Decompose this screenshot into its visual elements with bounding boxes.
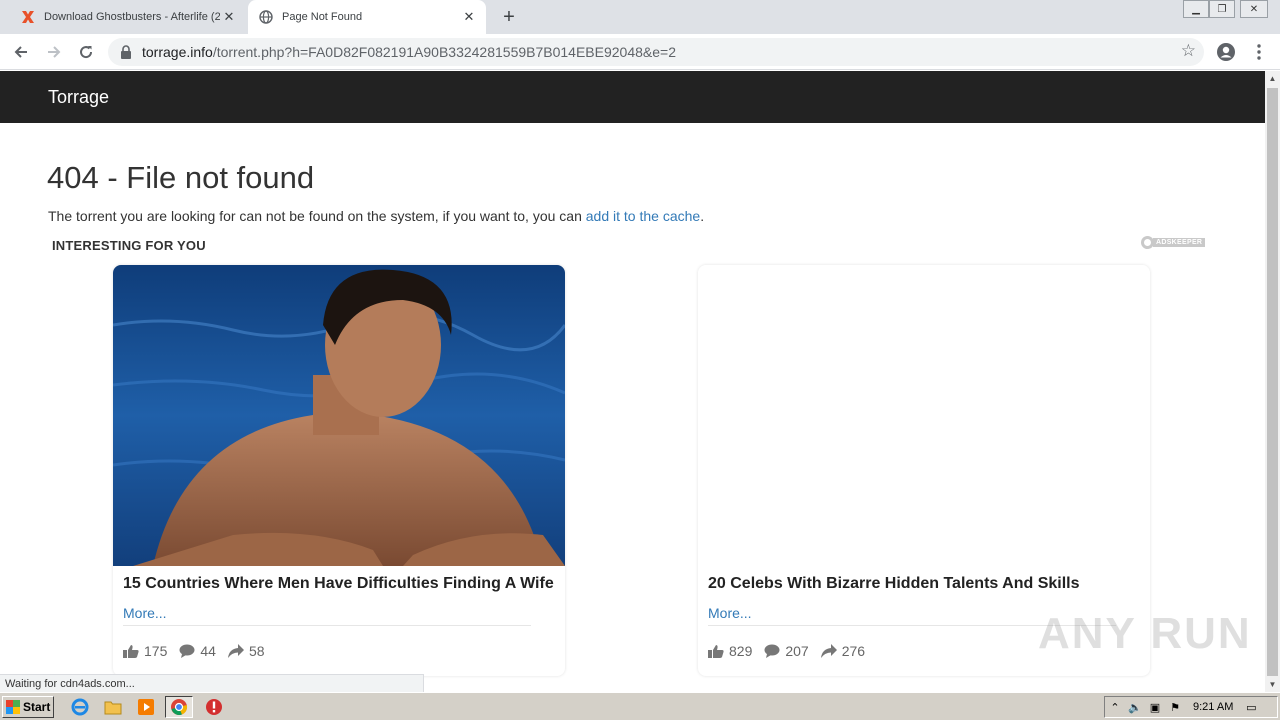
browser-toolbar: torrage.info/torrent.php?h=FA0D82F082191… bbox=[0, 34, 1280, 70]
new-tab-button[interactable]: + bbox=[498, 6, 520, 28]
close-tab-icon[interactable]: ✕ bbox=[220, 8, 238, 26]
card-divider bbox=[123, 625, 531, 626]
tab-ghostbusters[interactable]: Download Ghostbusters - Afterlife (2 ✕ bbox=[10, 0, 246, 34]
recommendation-card[interactable]: 15 Countries Where Men Have Difficulties… bbox=[113, 265, 565, 676]
x-logo-icon bbox=[20, 9, 36, 25]
scroll-up-icon[interactable]: ▲ bbox=[1265, 71, 1280, 86]
system-tray: ⌃ 🔈 ▣ ⚑ 9:21 AM ▭ bbox=[1104, 696, 1278, 718]
comments-count: 44 bbox=[200, 643, 216, 659]
adskeeper-logo[interactable]: ADSKEEPER bbox=[1141, 236, 1206, 249]
status-bubble: Waiting for cdn4ads.com... bbox=[0, 674, 424, 692]
site-brand-link[interactable]: Torrage bbox=[48, 87, 109, 108]
card-stats: 829 207 276 bbox=[708, 643, 877, 659]
comments-stat: 207 bbox=[764, 643, 809, 659]
volume-icon[interactable]: 🔈 bbox=[1125, 701, 1145, 714]
internet-explorer-icon[interactable] bbox=[66, 696, 94, 718]
show-desktop-icon[interactable]: ▭ bbox=[1241, 701, 1261, 714]
url-domain: torrage.info bbox=[142, 44, 213, 60]
likes-stat: 829 bbox=[708, 643, 752, 659]
page-title: 404 - File not found bbox=[47, 160, 315, 195]
tab-page-not-found[interactable]: Page Not Found ✕ bbox=[248, 0, 486, 34]
likes-count: 175 bbox=[144, 643, 168, 659]
clock[interactable]: 9:21 AM bbox=[1193, 701, 1233, 713]
add-to-cache-link[interactable]: add it to the cache bbox=[586, 208, 700, 224]
chrome-taskbar-icon[interactable] bbox=[165, 696, 193, 718]
windows-taskbar: Start ⌃ 🔈 ▣ ⚑ 9:21 AM ▭ bbox=[0, 692, 1280, 720]
shares-count: 276 bbox=[841, 643, 866, 659]
scroll-thumb[interactable] bbox=[1267, 88, 1278, 676]
card-image[interactable] bbox=[113, 265, 565, 566]
anyrun-watermark: ANY RUN bbox=[1038, 609, 1252, 658]
comments-stat: 44 bbox=[179, 643, 216, 659]
share-arrow-icon bbox=[227, 644, 244, 658]
adskeeper-label: ADSKEEPER bbox=[1153, 238, 1206, 247]
close-tab-icon[interactable]: ✕ bbox=[460, 8, 478, 26]
close-window-icon[interactable]: ✕ bbox=[1240, 0, 1268, 18]
lock-icon bbox=[121, 45, 131, 59]
card-image-placeholder[interactable] bbox=[698, 265, 1150, 566]
scroll-down-icon[interactable]: ▼ bbox=[1265, 677, 1280, 692]
shares-stat: 58 bbox=[227, 643, 265, 659]
shares-count: 58 bbox=[248, 643, 265, 659]
comments-count: 207 bbox=[785, 643, 809, 659]
comment-bubble-icon bbox=[179, 644, 195, 658]
tab-strip: Download Ghostbusters - Afterlife (2 ✕ P… bbox=[0, 0, 1280, 34]
thumbs-up-icon bbox=[708, 645, 724, 658]
menu-dots-icon[interactable] bbox=[1247, 40, 1271, 64]
bookmark-star-icon[interactable]: ☆ bbox=[1181, 41, 1196, 61]
card-title[interactable]: 15 Countries Where Men Have Difficulties… bbox=[123, 575, 554, 593]
url-path: /torrent.php?h=FA0D82F082191A90B33242815… bbox=[212, 44, 676, 60]
action-center-flag-icon[interactable]: ⚑ bbox=[1165, 701, 1185, 714]
shares-stat: 276 bbox=[820, 643, 866, 659]
profile-icon[interactable] bbox=[1214, 40, 1238, 64]
page-viewport: Torrage 404 - File not found The torrent… bbox=[0, 71, 1265, 692]
globe-icon bbox=[258, 9, 274, 25]
tab-title: Page Not Found bbox=[282, 11, 363, 23]
media-player-icon[interactable] bbox=[132, 696, 160, 718]
likes-count: 829 bbox=[729, 643, 753, 659]
error-message-end: . bbox=[700, 208, 705, 224]
likes-stat: 175 bbox=[123, 643, 167, 659]
network-icon[interactable]: ▣ bbox=[1145, 701, 1165, 714]
minimize-icon[interactable]: ▁ bbox=[1183, 0, 1209, 18]
tab-title: Download Ghostbusters - Afterlife (2 bbox=[44, 11, 220, 23]
forward-icon[interactable] bbox=[42, 40, 66, 64]
address-bar[interactable]: torrage.info/torrent.php?h=FA0D82F082191… bbox=[108, 38, 1204, 66]
restore-icon[interactable]: ❐ bbox=[1209, 0, 1235, 18]
site-navbar: Torrage bbox=[0, 71, 1265, 123]
share-arrow-icon bbox=[820, 644, 837, 658]
card-more-link[interactable]: More... bbox=[708, 605, 752, 621]
vertical-scrollbar[interactable]: ▲ ▼ bbox=[1265, 71, 1280, 692]
tray-expand-icon[interactable]: ⌃ bbox=[1105, 701, 1125, 714]
start-label: Start bbox=[23, 700, 51, 714]
file-explorer-icon[interactable] bbox=[99, 696, 127, 718]
comment-bubble-icon bbox=[764, 644, 780, 658]
stop-app-icon[interactable] bbox=[200, 696, 228, 718]
error-message: The torrent you are looking for can not … bbox=[48, 208, 704, 224]
start-button[interactable]: Start bbox=[2, 696, 54, 718]
card-more-link[interactable]: More... bbox=[123, 605, 167, 621]
windows-logo-icon bbox=[6, 700, 20, 714]
url-text: torrage.info/torrent.php?h=FA0D82F082191… bbox=[142, 44, 676, 60]
card-title[interactable]: 20 Celebs With Bizarre Hidden Talents An… bbox=[708, 575, 1080, 593]
thumbs-up-icon bbox=[123, 645, 139, 658]
reload-icon[interactable] bbox=[74, 40, 98, 64]
card-stats: 175 44 58 bbox=[123, 643, 277, 659]
error-message-text: The torrent you are looking for can not … bbox=[48, 208, 586, 224]
section-title: INTERESTING FOR YOU bbox=[52, 238, 206, 253]
back-icon[interactable] bbox=[9, 40, 33, 64]
